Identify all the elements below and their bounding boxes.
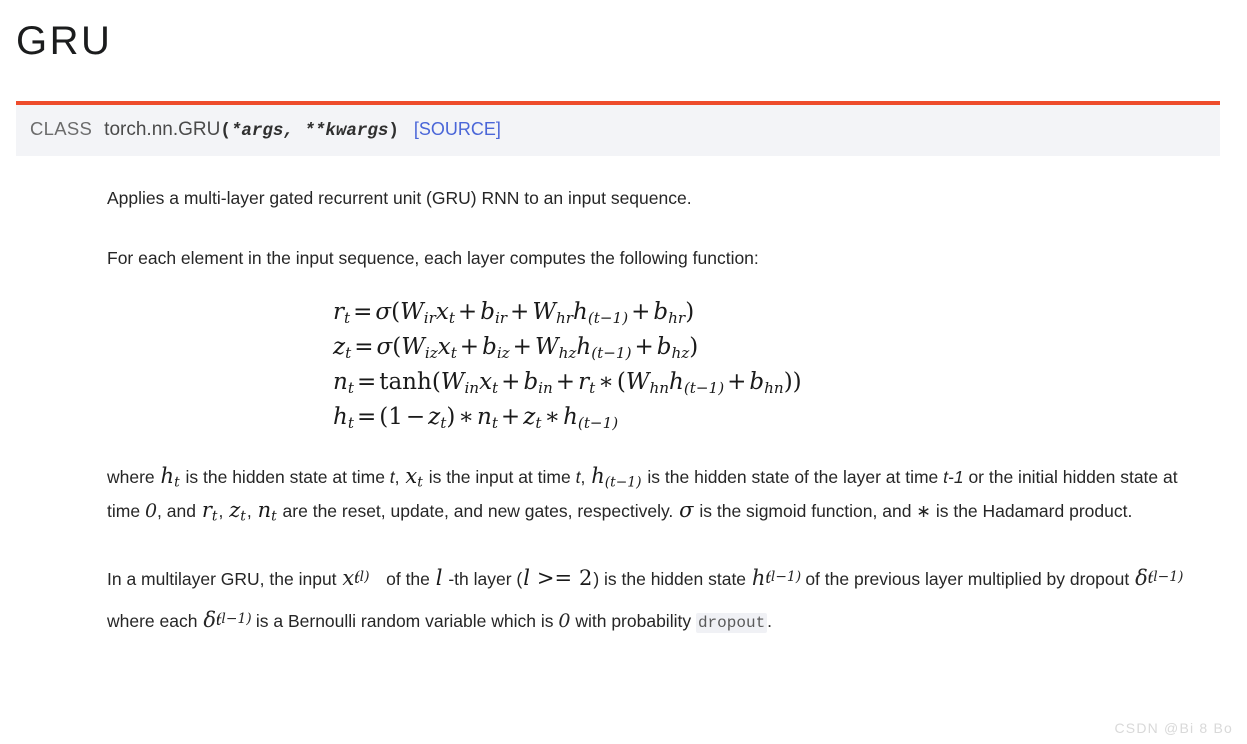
multi-zero-probability: 0 [558, 609, 571, 632]
multi-seg-11: . [767, 610, 773, 631]
paragraph-for-each-element: For each element in the input sequence, … [107, 248, 759, 269]
where-time-zero: 0 [144, 499, 158, 522]
inline-math-two: 2 [578, 565, 593, 590]
where-seg-6: is the hidden state of the layer at time [642, 466, 944, 487]
inline-math-xt: xt [405, 463, 423, 491]
multi-seg-7: of the previous layer multiplied by drop… [800, 568, 1135, 589]
multi-seg-8: where each [107, 610, 203, 631]
class-signature-line: CLASS torch.nn.GRU(*args, **kwargs) [SOURC… [30, 118, 1220, 142]
inline-math-delta-t-superscript-l-minus-1-b: δ (l−1) t [203, 607, 252, 632]
multi-seg-3: -th layer ( [443, 568, 523, 589]
where-seg-9: , [218, 500, 229, 521]
equation-block: rt = σ(Wirxt + bir + Whrh(t−1) + bhr) zt = σ(Wizxt… [107, 273, 1207, 435]
inline-math-gte-operator: >= [536, 565, 573, 590]
where-seg-12: is the sigmoid function, and [694, 500, 917, 521]
inline-math-nt: nt [257, 497, 277, 525]
signature-close-paren: ) [388, 121, 399, 141]
equation-row-rt: rt = σ(Wirxt + bir + Whrh(t−1) + bhr) [333, 298, 695, 327]
inline-math-zt: zt [229, 497, 246, 525]
inline-math-rt: rt [201, 497, 218, 525]
class-signature-bar: CLASS torch.nn.GRU(*args, **kwargs) [SOURC… [16, 101, 1220, 156]
where-seg-2: is the hidden state at time [180, 466, 390, 487]
paragraph-applies: Applies a multi-layer gated recurrent un… [107, 188, 692, 208]
class-keyword-label: CLASS [30, 118, 93, 139]
where-asterisk: ∗ [916, 500, 931, 521]
where-seg-3: , [394, 466, 405, 487]
inline-math-ht: ht [160, 463, 180, 491]
inline-math-l-2: l [523, 565, 530, 590]
where-seg-8: , and [157, 500, 201, 521]
multi-seg-10: with probability [570, 610, 696, 631]
signature-arguments: *args, **kwargs [230, 121, 389, 141]
where-seg-5: , [580, 466, 591, 487]
multi-seg-9: is a Bernoulli random variable which is [251, 610, 559, 631]
where-seg-10: , [246, 500, 257, 521]
inline-math-sigma: σ [679, 497, 694, 522]
inline-math-x-t-superscript-l: x (l) t [342, 565, 370, 590]
documentation-content: Applies a multi-layer gated recurrent un… [0, 156, 1247, 641]
where-seg-13: is the Hadamard product. [930, 500, 1133, 521]
where-seg-11: are the reset, update, and new gates, re… [277, 500, 679, 521]
code-literal-dropout: dropout [695, 612, 768, 633]
where-time-t-minus-1: t-1 [943, 466, 964, 487]
source-link[interactable]: [SOURCE] [414, 119, 501, 139]
equation-row-ht: ht = (1− zt) ∗ nt + zt ∗ h(t−1) [333, 403, 619, 432]
where-seg-1: where [107, 466, 160, 487]
multi-seg-6: ) is the hidden state [593, 568, 751, 589]
paragraph-where-definitions: where ht is the hidden state at time t, … [107, 435, 1207, 527]
inline-math-delta-t-superscript-l-minus-1-a: δ (l−1) t [1135, 565, 1184, 590]
inline-math-h-t-minus-1: h(t−1) [591, 463, 642, 491]
page-title: GRU [16, 19, 113, 63]
paragraph-multilayer-gru: In a multilayer GRU, the input x (l) t of … [107, 527, 1207, 641]
inline-math-h-t-superscript-l-minus-1: h (l−1) t [751, 565, 802, 590]
multi-seg-2: of the [381, 568, 435, 589]
multi-seg-1: In a multilayer GRU, the input [107, 568, 342, 589]
signature-open-paren: ( [220, 121, 231, 141]
where-seg-4: is the input at time [423, 466, 576, 487]
equation-row-nt: nt = tanh(Winxt + bin + rt ∗ (Whnh(t−1) + bhn)) [333, 368, 802, 397]
csdn-watermark: CSDN @Bi 8 Bo [1114, 720, 1233, 736]
class-qualified-name: torch.nn.GRU [104, 119, 221, 140]
equation-row-zt: zt = σ(Wizxt + biz + Whzh(t−1) + bhz) [333, 333, 699, 362]
